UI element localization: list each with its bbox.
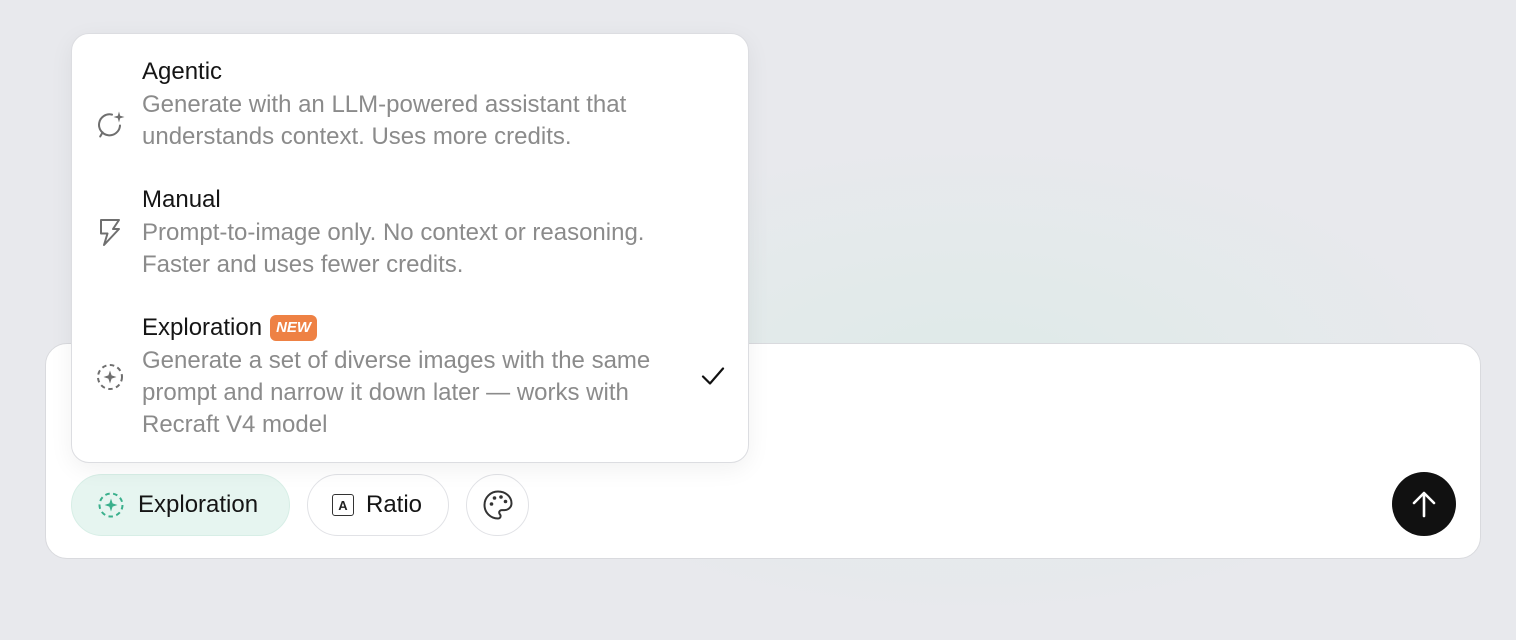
menu-item-title: Manual bbox=[142, 186, 221, 213]
send-button[interactable] bbox=[1392, 472, 1456, 536]
new-badge: NEW bbox=[270, 315, 318, 341]
menu-item-description: Prompt-to-image only. No context or reas… bbox=[142, 219, 645, 278]
exploration-sparkle-icon bbox=[95, 362, 125, 392]
menu-item-description: Generate a set of diverse images with th… bbox=[142, 347, 651, 438]
menu-item-exploration[interactable]: Exploration NEW Generate a set of divers… bbox=[72, 310, 748, 450]
menu-item-description: Generate with an LLM-powered assistant t… bbox=[142, 91, 627, 150]
arrow-up-icon bbox=[1407, 487, 1441, 521]
mode-dropdown-menu: Agentic Generate with an LLM-powered ass… bbox=[71, 33, 749, 463]
exploration-sparkle-icon bbox=[96, 490, 126, 520]
ratio-icon: A bbox=[332, 494, 354, 516]
menu-item-title: Agentic bbox=[142, 58, 223, 85]
mode-selector-label: Exploration bbox=[138, 491, 259, 518]
mode-selector-button[interactable]: Exploration bbox=[71, 474, 290, 536]
checkmark-icon bbox=[700, 363, 726, 389]
lightning-icon bbox=[95, 217, 125, 247]
menu-item-agentic[interactable]: Agentic Generate with an LLM-powered ass… bbox=[72, 54, 748, 162]
palette-icon bbox=[481, 488, 515, 522]
palette-button[interactable] bbox=[466, 474, 529, 536]
ratio-button[interactable]: A Ratio bbox=[307, 474, 449, 536]
menu-item-title: Exploration NEW bbox=[142, 314, 318, 342]
menu-item-manual[interactable]: Manual Prompt-to-image only. No context … bbox=[72, 182, 748, 290]
menu-item-title-text: Exploration bbox=[142, 314, 263, 341]
ratio-label: Ratio bbox=[366, 491, 423, 518]
agentic-chat-sparkle-icon bbox=[95, 109, 125, 139]
